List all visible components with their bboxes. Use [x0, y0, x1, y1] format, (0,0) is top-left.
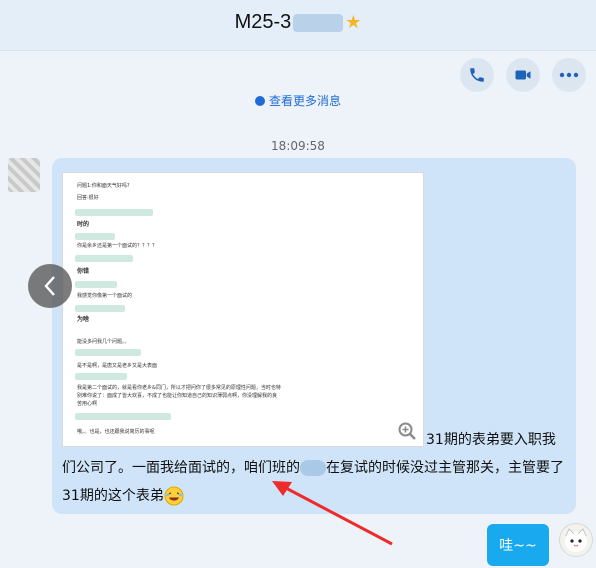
- previous-image-button[interactable]: [28, 264, 72, 308]
- screenshot-line: 别难你说了：面成了皆大欢喜，不成了也能让你知道自己的知识薄弱点啊，你没理解我的良: [77, 393, 278, 399]
- redacted-text: [75, 255, 133, 262]
- chat-title: M25-3 ★: [234, 11, 362, 33]
- clock-icon: [254, 96, 265, 106]
- outgoing-message-bubble: 哇~~: [487, 524, 549, 566]
- more-icon: [559, 72, 579, 78]
- message-timestamp: 18:09:58: [271, 139, 325, 153]
- laughing-emoji-icon: [164, 486, 184, 506]
- cat-avatar-icon: [565, 528, 587, 552]
- redacted-text: [75, 373, 127, 380]
- chevron-left-icon: [44, 276, 55, 296]
- screenshot-line: 苦用心啊: [77, 401, 98, 407]
- phone-icon: [470, 68, 484, 82]
- screenshot-line: 你是余乡还是第一个面试的？？？？: [77, 243, 158, 249]
- sender-avatar[interactable]: [8, 158, 40, 192]
- title-bar: M25-3 ★: [0, 0, 596, 51]
- screenshot-line: 为啥: [77, 316, 90, 323]
- more-button[interactable]: [552, 58, 586, 92]
- my-avatar[interactable]: [559, 523, 593, 557]
- screenshot-image[interactable]: 问题1:你和面天气好吗? 回答:很好 时的 你是余乡还是第一个面试的？？？？ 你…: [62, 172, 424, 447]
- redacted-name: [300, 460, 326, 476]
- screenshot-line: 时的: [77, 221, 90, 228]
- view-more-messages-link[interactable]: 查看更多消息: [0, 92, 596, 109]
- redacted-text: [75, 305, 125, 312]
- redacted-text: [75, 209, 153, 216]
- redacted-text: [75, 413, 171, 420]
- chat-actions: [460, 58, 586, 92]
- screenshot-line: 是不是啊，是唐又是老乡又是大表面: [77, 363, 158, 369]
- screenshot-line: 我感觉你像第一个面试的: [77, 293, 133, 299]
- screenshot-line: 你错: [77, 268, 90, 275]
- video-icon: [515, 70, 531, 80]
- red-arrow-annotation: [272, 481, 393, 546]
- redacted-text: [75, 233, 115, 240]
- screenshot-line: 回答:很好: [77, 195, 99, 201]
- voice-call-button[interactable]: [460, 58, 494, 92]
- screenshot-line: 我是第二个面试的，就是看你老乡&同门，所以才把问你了很多常见的原理性问题，当时也…: [77, 385, 281, 391]
- redacted-name: [293, 13, 344, 32]
- screenshot-line: 问题1:你和面天气好吗?: [77, 183, 130, 189]
- redacted-text: [75, 281, 117, 288]
- video-call-button[interactable]: [506, 58, 540, 92]
- star-icon[interactable]: ★: [345, 12, 361, 32]
- redacted-text: [75, 349, 141, 356]
- screenshot-line: 能没多问我几个问题。。: [77, 339, 130, 345]
